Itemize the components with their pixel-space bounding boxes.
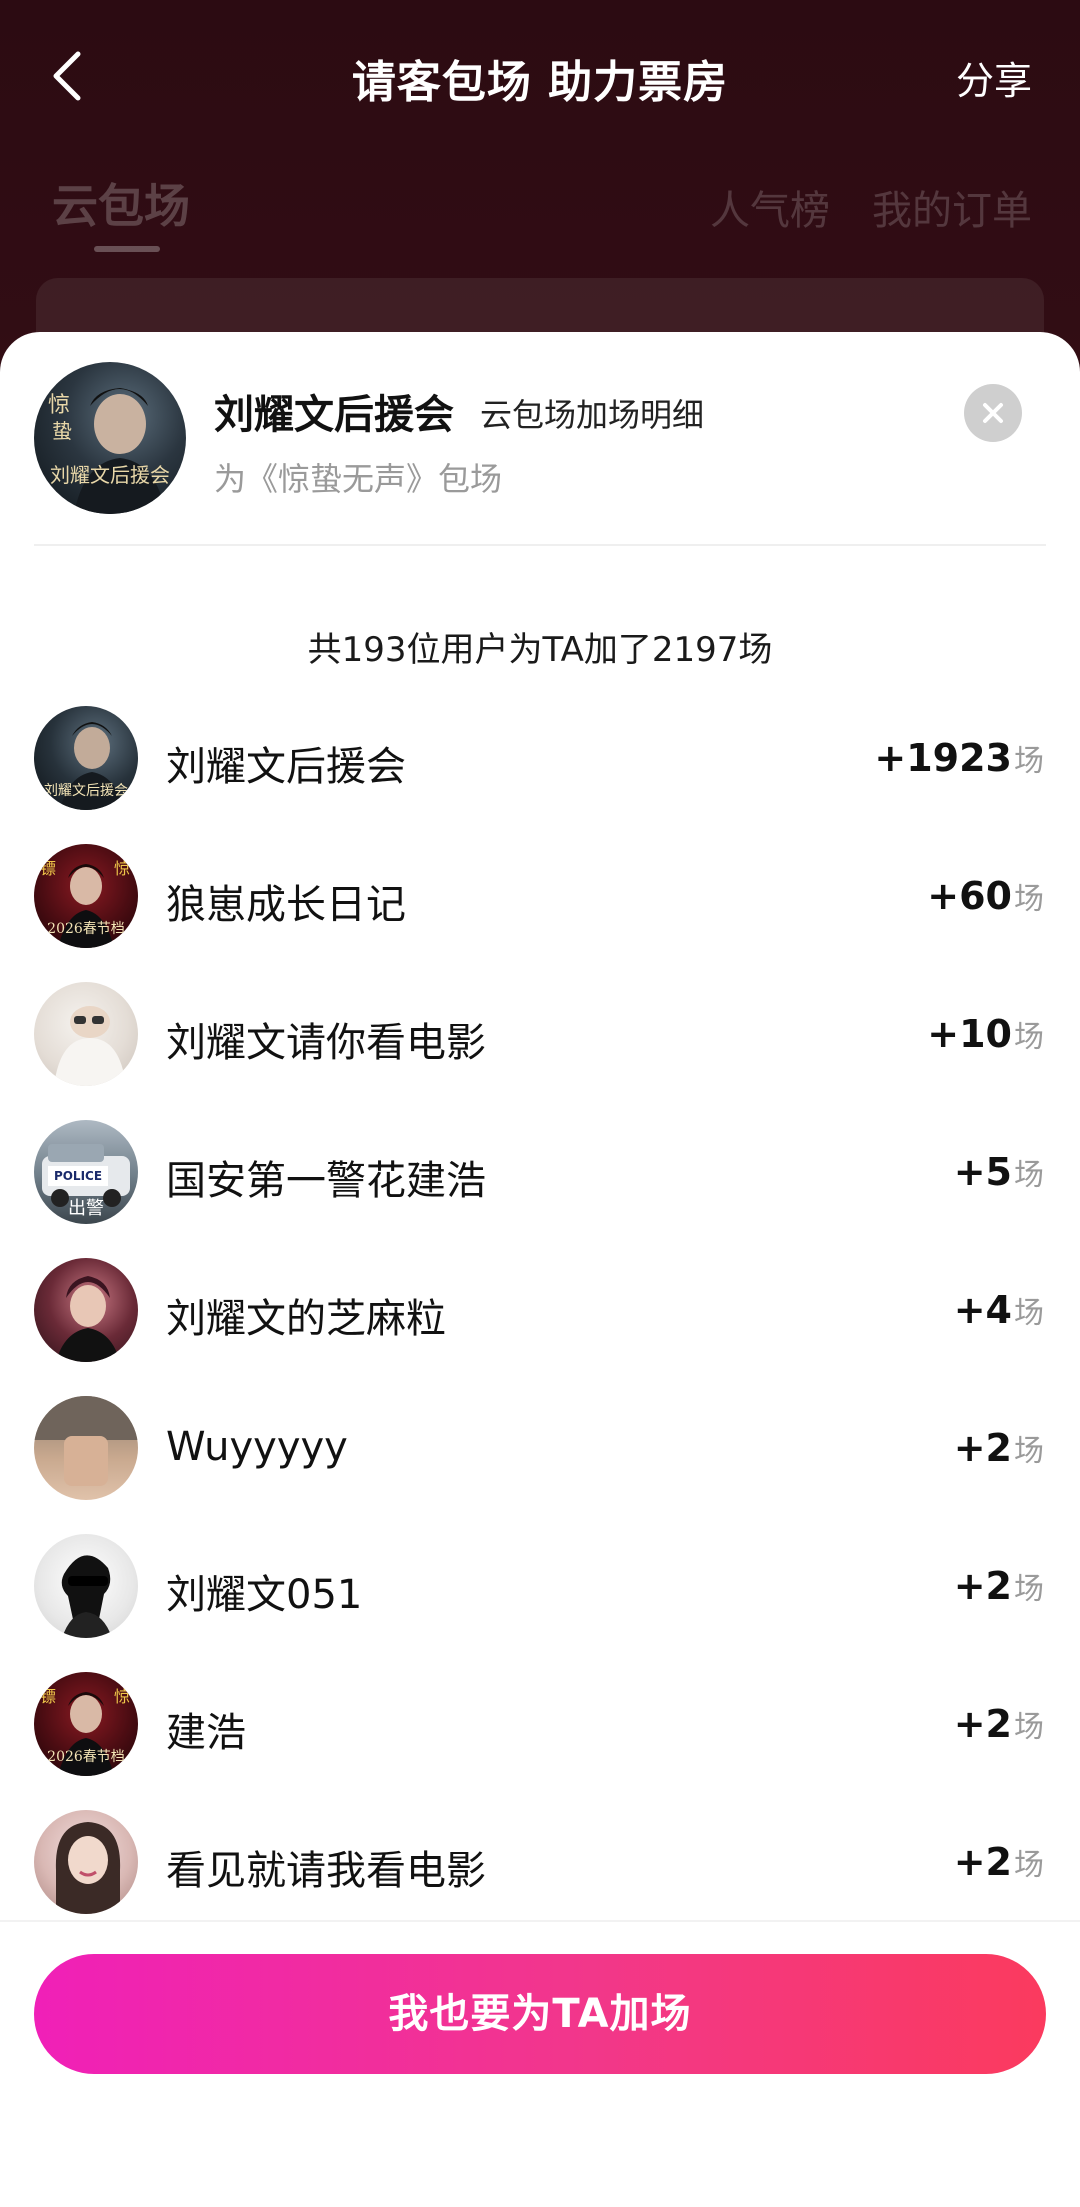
- count-number: +1923: [874, 736, 1012, 780]
- user-name: 刘耀文后援会: [166, 744, 406, 790]
- session-count: +2场: [954, 1840, 1044, 1884]
- count-number: +2: [953, 1840, 1012, 1884]
- session-count: +2场: [954, 1702, 1044, 1746]
- count-number: +10: [927, 1012, 1012, 1056]
- count-unit: 场: [1014, 1848, 1044, 1883]
- list-item[interactable]: 镖 惊 2026春节档 建浩 +2场: [0, 1640, 1080, 1778]
- avatar-caption: 2026春节档: [47, 1749, 125, 1765]
- session-count: +5场: [954, 1150, 1044, 1194]
- user-avatar: [34, 982, 138, 1086]
- supporter-list: 刘耀文后援会 刘耀文后援会 +1923场 镖 惊 2026春节档 狼崽成长日记 …: [0, 674, 1080, 1916]
- sheet-subtitle: 云包场加场明细: [480, 396, 705, 434]
- svg-text:蛰: 蛰: [52, 419, 72, 443]
- user-avatar: [34, 1810, 138, 1914]
- session-count: +2场: [954, 1564, 1044, 1608]
- session-count: +2场: [954, 1426, 1044, 1470]
- session-count: +4场: [954, 1288, 1044, 1332]
- session-count: +10场: [927, 1012, 1044, 1056]
- count-unit: 场: [1014, 882, 1044, 917]
- police-tag: POLICE: [48, 1166, 108, 1186]
- user-name: 狼崽成长日记: [166, 882, 406, 928]
- avatar-caption: 2026春节档: [47, 921, 125, 937]
- user-name: 刘耀文的芝麻粒: [166, 1296, 446, 1342]
- list-item[interactable]: 刘耀文请你看电影 +10场: [0, 950, 1080, 1088]
- user-avatar: 刘耀文后援会: [34, 706, 138, 810]
- details-sheet: 惊 蛰 刘耀文后援会 刘耀文后援会 云包场加场明细 为《惊蛰无声》包场 共193…: [0, 332, 1080, 2207]
- close-icon: [983, 403, 1003, 423]
- svg-text:惊: 惊: [48, 393, 70, 418]
- list-item[interactable]: 刘耀文051 +2场: [0, 1502, 1080, 1640]
- fanclub-avatar: 惊 蛰 刘耀文后援会: [34, 362, 186, 514]
- count-unit: 场: [1014, 1434, 1044, 1469]
- svg-text:镖: 镖: [40, 1687, 56, 1706]
- count-number: +5: [953, 1150, 1012, 1194]
- count-unit: 场: [1014, 1296, 1044, 1331]
- count-number: +2: [953, 1702, 1012, 1746]
- tab-popularity[interactable]: 人气榜: [710, 178, 830, 236]
- movie-line: 为《惊蛰无声》包场: [214, 460, 503, 498]
- top-bar: 请客包场 助力票房 分享: [0, 0, 1080, 150]
- user-name: 刘耀文请你看电影: [166, 1020, 486, 1066]
- svg-text:惊: 惊: [114, 859, 130, 878]
- user-avatar: 镖 惊 2026春节档: [34, 1672, 138, 1776]
- share-button[interactable]: 分享: [956, 50, 1032, 105]
- list-item[interactable]: 刘耀文后援会 刘耀文后援会 +1923场: [0, 674, 1080, 812]
- page-title: 请客包场 助力票房: [351, 57, 729, 108]
- summary-text: 共193位用户为TA加了2197场: [307, 630, 773, 670]
- list-item[interactable]: 刘耀文的芝麻粒 +4场: [0, 1226, 1080, 1364]
- session-count: +1923场: [874, 736, 1044, 780]
- count-unit: 场: [1014, 1020, 1044, 1055]
- tab-active-indicator: [94, 246, 160, 252]
- background-tabs: 云包场 人气榜 我的订单: [0, 160, 1080, 270]
- list-item[interactable]: 镖 惊 2026春节档 狼崽成长日记 +60场: [0, 812, 1080, 950]
- user-avatar: [34, 1396, 138, 1500]
- session-count: +60场: [927, 874, 1044, 918]
- user-avatar: [34, 1534, 138, 1638]
- count-number: +60: [927, 874, 1012, 918]
- footer-divider: [0, 1920, 1080, 1922]
- tab-my-orders[interactable]: 我的订单: [872, 178, 1032, 236]
- svg-text:惊: 惊: [114, 1687, 130, 1706]
- user-avatar: [34, 1258, 138, 1362]
- user-name: 看见就请我看电影: [166, 1848, 486, 1894]
- user-avatar: POLICE 出警: [34, 1120, 138, 1224]
- header-divider: [34, 544, 1046, 546]
- count-number: +2: [953, 1564, 1012, 1608]
- tab-cloud-package[interactable]: 云包场: [52, 170, 190, 236]
- sheet-header: 惊 蛰 刘耀文后援会 刘耀文后援会 云包场加场明细 为《惊蛰无声》包场: [0, 332, 1080, 547]
- fanclub-avatar-text: 刘耀文后援会: [50, 463, 170, 487]
- user-name: 国安第一警花建浩: [166, 1158, 486, 1204]
- list-item[interactable]: POLICE 出警 国安第一警花建浩 +5场: [0, 1088, 1080, 1226]
- add-session-button[interactable]: 我也要为TA加场: [34, 1954, 1046, 2074]
- user-name: 刘耀文051: [166, 1572, 363, 1618]
- list-item[interactable]: 看见就请我看电影 +2场: [0, 1778, 1080, 1916]
- user-avatar: 镖 惊 2026春节档: [34, 844, 138, 948]
- count-unit: 场: [1014, 1572, 1044, 1607]
- avatar-caption: 出警: [68, 1198, 104, 1219]
- count-unit: 场: [1014, 744, 1044, 779]
- close-button[interactable]: [964, 384, 1022, 442]
- svg-text:镖: 镖: [40, 859, 56, 878]
- count-number: +4: [953, 1288, 1012, 1332]
- count-unit: 场: [1014, 1710, 1044, 1745]
- avatar-caption: 刘耀文后援会: [44, 783, 128, 799]
- user-name: 建浩: [166, 1710, 246, 1756]
- list-item[interactable]: Wuyyyyy +2场: [0, 1364, 1080, 1502]
- count-number: +2: [953, 1426, 1012, 1470]
- user-name: Wuyyyyy: [166, 1424, 348, 1470]
- count-unit: 场: [1014, 1158, 1044, 1193]
- fanclub-name: 刘耀文后援会: [214, 392, 454, 438]
